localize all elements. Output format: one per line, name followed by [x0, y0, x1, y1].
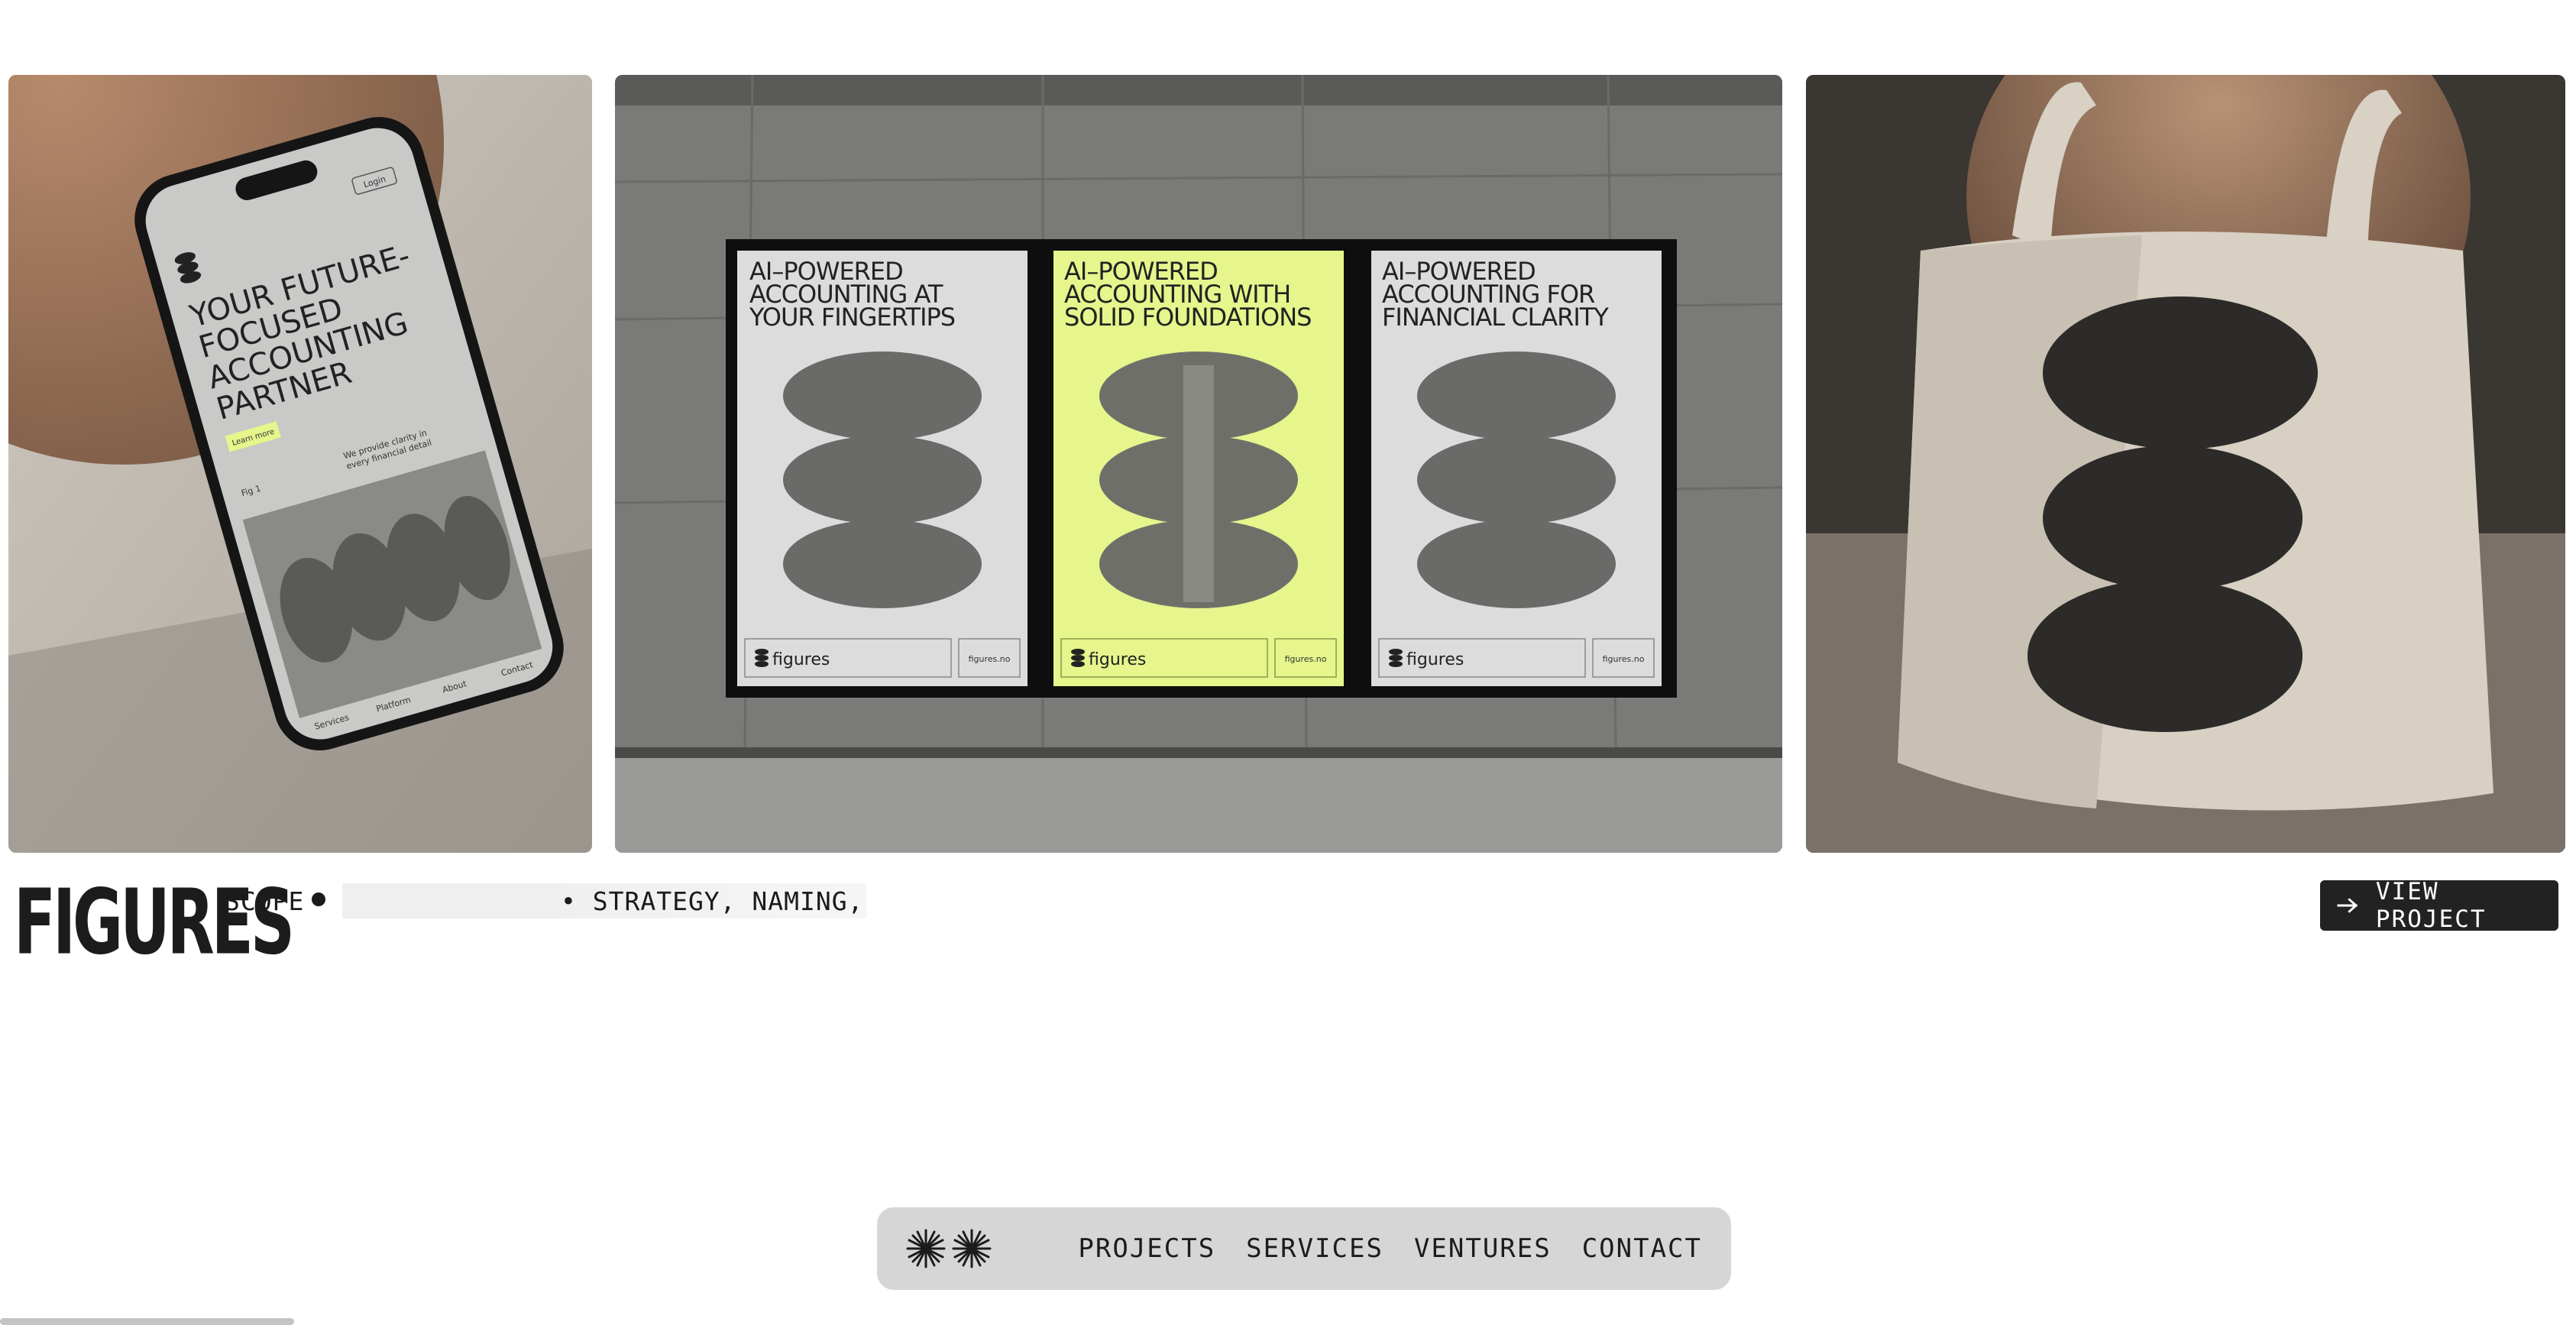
poster-3-url: figures.no [1603, 654, 1645, 664]
nav-link-contact[interactable]: CONTACT [1582, 1233, 1702, 1264]
scope-label: SCOPE [225, 886, 305, 916]
nav-link-ventures[interactable]: VENTURES [1414, 1233, 1552, 1264]
scroll-progress-bar [0, 1318, 294, 1325]
nav-links: PROJECTS SERVICES VENTURES CONTACT [1078, 1207, 1702, 1290]
nav-link-services[interactable]: SERVICES [1246, 1233, 1383, 1264]
poster-2-brand: figures [1089, 650, 1146, 669]
view-project-label: VIEW PROJECT [2375, 878, 2487, 933]
poster-1-brand: figures [772, 650, 830, 669]
poster-3-brand: figures [1406, 650, 1464, 669]
poster-2-line-3: SOLID FOUNDATIONS [1064, 303, 1311, 332]
poster-3-line-3: FINANCIAL CLARITY [1382, 303, 1609, 332]
view-project-button[interactable]: VIEW PROJECT [2320, 878, 2558, 933]
project-image-tote[interactable] [1806, 75, 2565, 853]
tote-logo-icon [2027, 296, 2318, 732]
poster-1-url: figures.no [969, 654, 1011, 664]
starburst-icon[interactable] [906, 1229, 946, 1268]
nav-link-projects[interactable]: PROJECTS [1078, 1233, 1215, 1264]
starburst-icon[interactable] [952, 1229, 992, 1268]
project-image-phone[interactable]: Login YOUR FUTURE- FOCUSED ACCOUNTING PA… [8, 75, 592, 853]
arrow-right-icon [2337, 898, 2358, 913]
scope-dot-icon [312, 893, 325, 906]
scope-ticker-text: • STRATEGY, NAMING, B [561, 886, 866, 916]
scope-ticker: • STRATEGY, NAMING, B [342, 883, 866, 918]
project-image-posters[interactable]: AI–POWERED ACCOUNTING AT YOUR FINGERTIPS… [615, 75, 1782, 853]
project-logo[interactable]: FIGURES [14, 878, 295, 968]
poster-1-line-3: YOUR FINGERTIPS [749, 303, 955, 332]
bottom-nav: PROJECTS SERVICES VENTURES CONTACT [877, 1207, 1731, 1290]
poster-2-url: figures.no [1285, 654, 1327, 664]
